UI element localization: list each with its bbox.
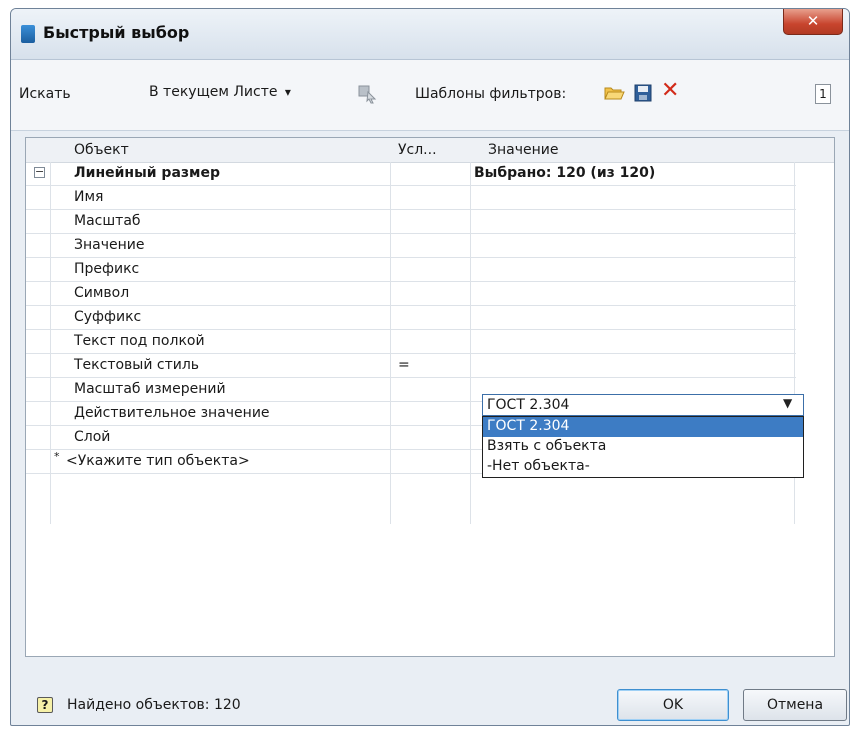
property-name: Текст под полкой <box>74 333 205 349</box>
table-row[interactable]: Символ <box>26 282 796 306</box>
object-type-prompt[interactable]: <Укажите тип объекта> <box>66 453 250 469</box>
dropdown-option[interactable]: -Нет объекта- <box>483 457 803 477</box>
table-row[interactable]: Суффикс <box>26 306 796 330</box>
column-header-condition[interactable]: Усл... <box>398 142 437 158</box>
property-name: Слой <box>74 429 111 445</box>
property-name: Имя <box>74 189 104 205</box>
condition-operator[interactable]: = <box>398 357 410 373</box>
dropdown-list: ГОСТ 2.304 Взять с объекта -Нет объекта- <box>482 416 804 478</box>
help-icon[interactable]: ? <box>37 697 53 713</box>
table-row[interactable]: Масштаб <box>26 210 796 234</box>
table-row[interactable]: Текстовый стиль = <box>26 354 796 378</box>
title-bar: Быстрый выбор ✕ <box>11 9 849 60</box>
chevron-down-icon: ▾ <box>284 85 291 99</box>
ok-button[interactable]: OK <box>617 689 729 721</box>
combobox-value: ГОСТ 2.304 <box>487 397 570 413</box>
grid-header: Объект Усл... Значение <box>26 138 834 163</box>
save-icon[interactable] <box>633 83 653 103</box>
search-label: Искать <box>19 86 71 102</box>
cancel-button[interactable]: Отмена <box>743 689 847 721</box>
delete-icon[interactable]: ✕ <box>661 80 683 102</box>
property-name: Префикс <box>74 261 140 277</box>
property-name: Суффикс <box>74 309 142 325</box>
toolbar-divider <box>11 130 849 131</box>
property-grid: Объект Усл... Значение − Линейный размер… <box>25 137 835 657</box>
open-folder-icon[interactable] <box>603 83 625 103</box>
table-row[interactable]: Префикс <box>26 258 796 282</box>
toolbar: Искать В текущем Листе ▾ Шаблоны фильтро… <box>11 60 849 130</box>
dropdown-arrow-icon[interactable]: ▼ <box>783 396 792 410</box>
column-header-value[interactable]: Значение <box>488 142 558 158</box>
select-objects-icon[interactable] <box>357 84 377 104</box>
scope-dropdown[interactable]: В текущем Листе ▾ <box>149 84 291 108</box>
column-header-object[interactable]: Объект <box>74 142 129 158</box>
property-name: Масштаб измерений <box>74 381 226 397</box>
group-name: Линейный размер <box>74 165 220 181</box>
close-button[interactable]: ✕ <box>783 9 843 35</box>
selection-count: Выбрано: 120 (из 120) <box>474 165 656 181</box>
property-name: Действительное значение <box>74 405 270 421</box>
filter-templates-label: Шаблоны фильтров: <box>415 86 567 102</box>
property-name: Текстовый стиль <box>74 357 200 373</box>
quick-select-dialog: Быстрый выбор ✕ Искать В текущем Листе ▾… <box>10 8 850 726</box>
new-row-marker: * <box>54 450 60 463</box>
help-page-icon[interactable]: 1 <box>815 84 831 104</box>
dropdown-option[interactable]: Взять с объекта <box>483 437 803 457</box>
table-row[interactable]: Текст под полкой <box>26 330 796 354</box>
table-row[interactable]: Имя <box>26 186 796 210</box>
property-name: Значение <box>74 237 145 253</box>
scope-value: В текущем Листе <box>149 84 278 100</box>
property-name: Символ <box>74 285 130 301</box>
collapse-icon[interactable]: − <box>34 166 45 178</box>
dropdown-option[interactable]: ГОСТ 2.304 <box>483 417 803 437</box>
group-row[interactable]: − Линейный размер Выбрано: 120 (из 120) <box>26 162 796 186</box>
property-name: Масштаб <box>74 213 141 229</box>
value-combobox[interactable]: ГОСТ 2.304 ▼ <box>482 394 804 416</box>
found-count-text: Найдено объектов: 120 <box>67 697 241 713</box>
table-row[interactable]: Значение <box>26 234 796 258</box>
app-icon <box>21 25 35 43</box>
window-title: Быстрый выбор <box>43 23 190 42</box>
